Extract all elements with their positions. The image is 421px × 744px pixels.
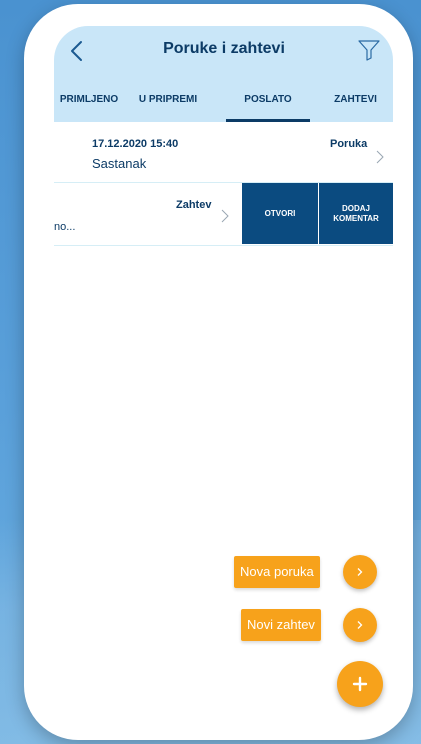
new-message-button[interactable]	[343, 555, 377, 589]
chevron-left-icon	[71, 41, 82, 61]
chevron-right-icon	[357, 568, 363, 576]
back-button[interactable]	[64, 36, 92, 66]
add-comment-button[interactable]: DODAJ KOMENTAR	[319, 183, 393, 244]
list-item-swiped[interactable]: no... Zahtev OTVORI DODAJ KOMENTAR	[54, 183, 393, 246]
tab-bar: PRIMLJENO U PRIPREMI POSLATO ZAHTEVI	[54, 84, 393, 122]
plus-icon	[352, 676, 368, 692]
tab-primljeno[interactable]: PRIMLJENO	[54, 84, 124, 122]
message-subject: Sastanak	[92, 156, 147, 171]
add-fab-button[interactable]	[337, 661, 383, 707]
filter-button[interactable]	[357, 38, 381, 62]
message-date: 17.12.2020 15:40	[92, 138, 179, 150]
new-message-label[interactable]: Nova poruka	[234, 556, 320, 588]
app-screen: Poruke i zahtevi PRIMLJENO U PRIPREMI PO…	[54, 26, 393, 716]
app-header: Poruke i zahtevi PRIMLJENO U PRIPREMI PO…	[54, 26, 393, 122]
message-type: Zahtev	[176, 199, 212, 211]
new-request-label[interactable]: Novi zahtev	[241, 609, 321, 641]
chevron-right-icon	[221, 209, 229, 223]
phone-frame: Poruke i zahtevi PRIMLJENO U PRIPREMI PO…	[24, 4, 413, 740]
filter-icon	[358, 40, 380, 61]
new-request-button[interactable]	[343, 608, 377, 642]
message-subject: no...	[54, 221, 76, 233]
page-title: Poruke i zahtevi	[163, 40, 285, 57]
tab-poslato[interactable]: POSLATO	[226, 84, 310, 122]
chevron-right-icon	[376, 150, 384, 164]
message-type: Poruka	[330, 138, 368, 150]
list-item[interactable]: 17.12.2020 15:40 Sastanak Poruka	[54, 122, 393, 183]
tab-u-pripremi[interactable]: U PRIPREMI	[124, 84, 212, 122]
open-button[interactable]: OTVORI	[242, 183, 318, 244]
tab-zahtevi[interactable]: ZAHTEVI	[318, 84, 393, 122]
chevron-right-icon	[357, 621, 363, 629]
